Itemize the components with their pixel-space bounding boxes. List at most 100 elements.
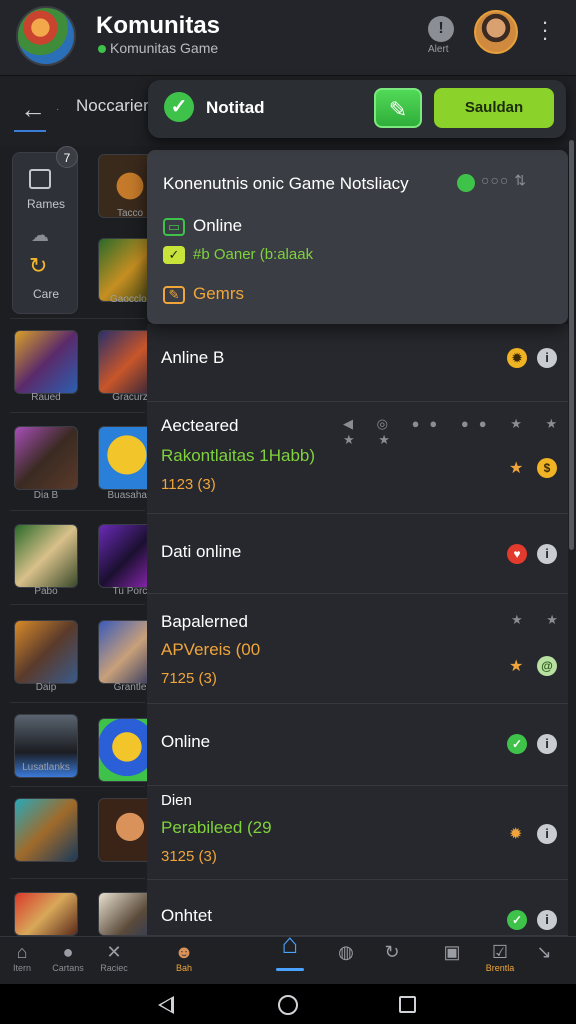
avatar-icon: ☻: [174, 942, 194, 962]
dropdown-options[interactable]: ○○○ ⇅: [481, 172, 527, 189]
status-online-icon: ✓: [507, 910, 527, 930]
status-red-icon: ♥: [507, 544, 527, 564]
row-meta: 3125 (3): [161, 848, 217, 865]
app-header: Komunitas Komunitas Game ! Alert · · ·: [0, 0, 576, 76]
game-label: Dia B: [33, 490, 59, 501]
row-meta: 7125 (3): [161, 670, 217, 687]
system-home-icon[interactable]: [278, 995, 298, 1015]
dropdown-item-label: Online: [193, 216, 243, 235]
sauldan-button-label: Sauldan: [464, 99, 524, 116]
game-label: Pabo: [34, 586, 58, 597]
list-divider: [10, 702, 145, 703]
system-navigation-bar: [0, 984, 576, 1024]
breadcrumb[interactable]: Noccarier: [76, 96, 149, 116]
online-indicator: [457, 174, 475, 192]
scrollbar[interactable]: [569, 140, 574, 550]
info-icon[interactable]: i: [537, 544, 557, 564]
row-subtitle: Rakontlaitas 1Habb): [161, 446, 316, 465]
rating-stars: ★ ★: [511, 612, 568, 627]
dropdown-item-label: Gemrs: [193, 284, 244, 303]
active-nav-indicator: [276, 968, 304, 971]
list-divider: [10, 786, 145, 787]
app-subtitle: Komunitas Game: [98, 40, 218, 56]
game-thumbnail[interactable]: [14, 798, 78, 862]
refresh-icon: ↻: [29, 253, 48, 278]
list-item[interactable]: Dati online ♥ i: [147, 514, 568, 594]
status-green-icon: @: [537, 656, 557, 676]
notification-icon[interactable]: !: [428, 16, 454, 42]
dropdown-title: Konenutnis onic Game Notsliacy: [163, 174, 409, 193]
coin-icon: $: [537, 458, 557, 478]
list-divider: [10, 318, 145, 319]
dropdown-item-status[interactable]: ✓ #b Oaner (b:alaak: [163, 246, 314, 265]
chat-icon: ▭: [163, 217, 185, 236]
rating-stars: ◀ ◎ ●● ●● ★ ★ ★ ★: [343, 416, 568, 447]
list-divider: [10, 878, 145, 879]
list-item[interactable]: Aecteared ◀ ◎ ●● ●● ★ ★ ★ ★ Rakontlaitas…: [147, 402, 568, 514]
list-item[interactable]: Dien Perabileed (29 3125 (3) ✹ i: [147, 786, 568, 880]
check-icon: ✓: [163, 246, 185, 265]
app-subtitle-text: Komunitas Game: [110, 40, 219, 56]
game-thumbnail[interactable]: [14, 892, 78, 936]
side-label-bottom: Care: [32, 287, 59, 301]
dropdown-item-label: #b Oaner (b:alaak: [193, 246, 314, 263]
dropdown-item-games[interactable]: ✎ Gemrs: [163, 284, 244, 304]
info-icon[interactable]: i: [537, 910, 557, 930]
row-title: Online: [161, 732, 211, 751]
list-item[interactable]: Bapalerned ★ ★ APVereis (00 7125 (3) ★ @: [147, 594, 568, 704]
game-thumbnail[interactable]: [14, 426, 78, 490]
app-root: Komunitas Komunitas Game ! Alert · · · ← ·…: [0, 0, 576, 1024]
nav-item-avatar[interactable]: ☻ Bah: [156, 941, 212, 973]
status-online-icon: ✓: [507, 734, 527, 754]
more-vertical-icon[interactable]: · · ·: [537, 11, 553, 49]
cross-icon: ✕: [106, 942, 122, 962]
list-item[interactable]: Anline B ✹ i: [147, 324, 568, 402]
system-back-icon[interactable]: [158, 996, 174, 1014]
star-icon: ★: [509, 658, 524, 675]
status-text: Notitad: [206, 98, 265, 117]
info-icon[interactable]: i: [537, 348, 557, 368]
share-icon: ↘: [536, 942, 552, 962]
count-badge: 7: [56, 146, 78, 168]
nav-item-cross[interactable]: ✕ Raciec: [86, 941, 142, 973]
user-avatar[interactable]: [474, 10, 518, 54]
system-recents-icon[interactable]: [399, 996, 416, 1013]
row-meta: 1123 (3): [161, 476, 216, 493]
side-menu-card[interactable]: Rames ☁ ↻ Care: [12, 152, 78, 314]
info-icon[interactable]: i: [537, 734, 557, 754]
status-popup: ✓ Notitad ✎ Sauldan: [148, 80, 566, 138]
notification-label: Alert: [428, 44, 449, 55]
nav-item-refresh[interactable]: ↻: [364, 941, 420, 963]
row-title: Dien: [161, 792, 192, 809]
check-circle-icon: ✓: [164, 92, 194, 122]
list-item[interactable]: Online ✓ i: [147, 704, 568, 786]
game-thumbnail[interactable]: [14, 330, 78, 394]
row-title: Onhtet: [161, 906, 213, 925]
sauldan-button[interactable]: Sauldan: [434, 88, 554, 128]
check-edit-button[interactable]: ✎: [374, 88, 422, 128]
game-label: Raued: [31, 392, 61, 403]
info-icon[interactable]: i: [537, 824, 557, 844]
status-gear-icon: ✹: [507, 348, 527, 368]
row-title: Dati online: [161, 542, 242, 561]
nav-item-home[interactable]: ⌂: [262, 924, 318, 974]
nav-label: Brentla: [485, 963, 515, 973]
arrow-left-icon[interactable]: ←: [20, 94, 46, 125]
row-title: Anline B: [161, 348, 225, 367]
list-item[interactable]: Onhtet ✓ i: [147, 880, 568, 936]
game-label: Lusatlanks: [22, 762, 70, 773]
nav-item-share[interactable]: ↘: [516, 941, 572, 963]
dropdown-item-online[interactable]: ▭ Online: [163, 216, 242, 236]
star-icon: ✹: [509, 826, 523, 843]
game-thumbnail[interactable]: [14, 620, 78, 684]
notification-dropdown: Konenutnis onic Game Notsliacy ○○○ ⇅ ▭ On…: [147, 150, 568, 324]
game-thumbnail[interactable]: [14, 524, 78, 588]
cloud-icon: ☁: [31, 225, 49, 245]
active-tab-indicator: [14, 130, 46, 132]
list-divider: [10, 510, 145, 511]
online-dot-icon: [98, 45, 106, 53]
app-title: Komunitas: [96, 12, 221, 39]
app-logo: [16, 6, 76, 66]
nav-label: Raciec: [100, 963, 128, 973]
row-title: Bapalerned: [161, 612, 248, 631]
